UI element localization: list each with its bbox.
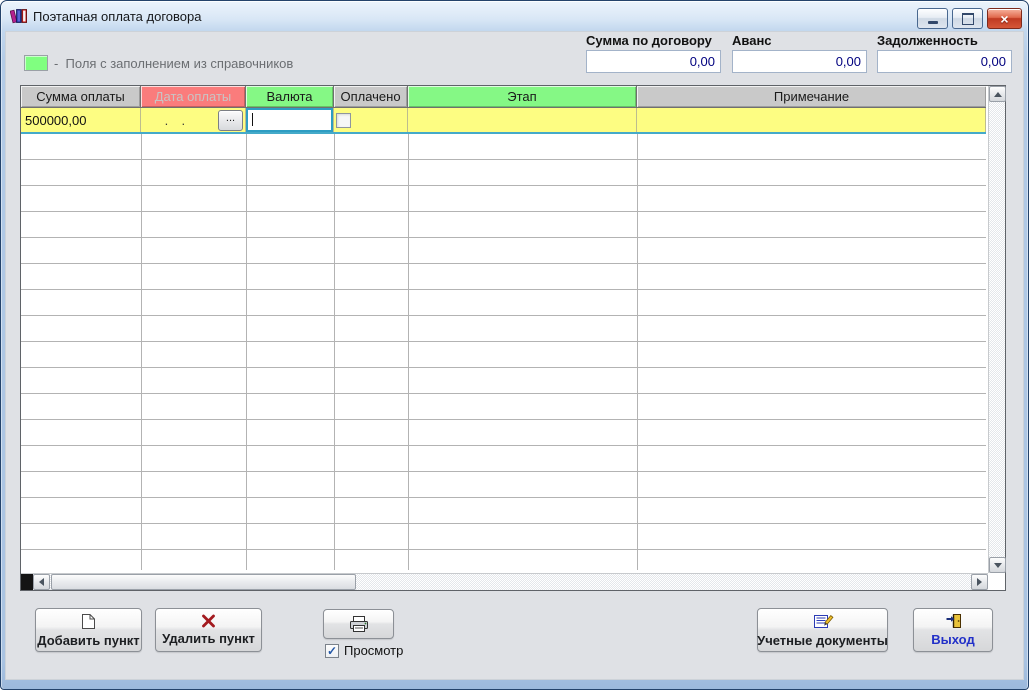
- header-note[interactable]: Примечание: [637, 86, 986, 108]
- delete-item-button[interactable]: Удалить пункт: [155, 608, 262, 652]
- arrow-left-icon: [39, 578, 44, 586]
- print-button[interactable]: [323, 609, 394, 639]
- check-icon: ✓: [326, 643, 338, 658]
- payments-grid: Сумма оплаты Дата оплаты Валюта Оплачено…: [20, 85, 1006, 591]
- preview-checkbox[interactable]: ✓: [325, 643, 339, 658]
- title-bar[interactable]: Поэтапная оплата договора ×: [1, 1, 1028, 31]
- contract-sum-field: Сумма по договору 0,00: [586, 33, 721, 73]
- close-icon: ×: [1000, 10, 1009, 27]
- header-paid[interactable]: Оплачено: [334, 86, 408, 108]
- books-icon: [10, 9, 27, 24]
- debt-input[interactable]: 0,00: [877, 50, 1012, 73]
- maximize-icon: [961, 12, 974, 25]
- arrow-up-icon: [993, 91, 1002, 97]
- scroll-left-button[interactable]: [33, 574, 50, 590]
- cell-payment-sum[interactable]: 500000,00: [21, 108, 141, 132]
- contract-sum-input[interactable]: 0,00: [586, 50, 721, 73]
- scroll-down-button[interactable]: [989, 557, 1006, 573]
- debt-label: Задолженность: [877, 33, 978, 48]
- maximize-button[interactable]: [952, 8, 983, 29]
- arrow-down-icon: [993, 562, 1002, 568]
- arrow-right-icon: [977, 578, 982, 586]
- header-stage[interactable]: Этап: [408, 86, 637, 108]
- cell-currency[interactable]: [246, 108, 334, 132]
- scrollbar-corner: [988, 573, 1005, 590]
- add-item-button[interactable]: Добавить пункт: [35, 608, 142, 652]
- vertical-scrollbar[interactable]: [988, 86, 1006, 573]
- legend-green-swatch: [24, 55, 48, 71]
- grid-column-divider: [334, 134, 335, 570]
- delete-item-label: Удалить пункт: [162, 631, 255, 646]
- exit-door-icon: [946, 614, 961, 628]
- legend-label: - Поля с заполнением из справочников: [54, 56, 294, 71]
- currency-editor-input[interactable]: [246, 108, 333, 132]
- header-currency[interactable]: Валюта: [246, 86, 334, 108]
- ledger-pencil-icon: [813, 614, 833, 628]
- close-button[interactable]: ×: [987, 8, 1022, 29]
- client-area: - Поля с заполнением из справочников Сум…: [5, 31, 1024, 680]
- advance-label: Аванс: [732, 33, 772, 48]
- preview-option[interactable]: ✓ Просмотр: [325, 643, 403, 658]
- cell-note[interactable]: [637, 108, 986, 132]
- new-document-icon: [82, 613, 95, 629]
- minimize-icon: [927, 21, 938, 24]
- cell-payment-date[interactable]: . . ...: [141, 108, 246, 132]
- contract-sum-label: Сумма по договору: [586, 33, 712, 48]
- date-picker-button[interactable]: ...: [218, 110, 243, 131]
- paid-checkbox[interactable]: [336, 113, 351, 128]
- header-payment-sum[interactable]: Сумма оплаты: [21, 86, 141, 108]
- grid-column-divider: [637, 134, 638, 570]
- debt-field: Задолженность 0,00: [877, 33, 1012, 73]
- exit-label: Выход: [931, 632, 975, 647]
- minimize-button[interactable]: [917, 8, 948, 29]
- grid-header-row: Сумма оплаты Дата оплаты Валюта Оплачено…: [21, 86, 986, 108]
- advance-field: Аванс 0,00: [732, 33, 867, 73]
- grid-size-box: [21, 574, 33, 590]
- scroll-up-button[interactable]: [989, 86, 1006, 102]
- preview-label: Просмотр: [344, 643, 404, 658]
- text-caret: [252, 113, 253, 126]
- advance-input[interactable]: 0,00: [732, 50, 867, 73]
- horizontal-scrollbar[interactable]: [21, 573, 988, 590]
- header-payment-date[interactable]: Дата оплаты: [141, 86, 246, 108]
- accounting-documents-button[interactable]: Учетные документы: [757, 608, 888, 652]
- grid-column-divider: [408, 134, 409, 570]
- add-item-label: Добавить пункт: [37, 632, 140, 648]
- scroll-right-button[interactable]: [971, 574, 988, 590]
- horizontal-scroll-thumb[interactable]: [51, 574, 356, 590]
- printer-icon: [349, 616, 368, 632]
- grid-column-divider: [246, 134, 247, 570]
- application-window: Поэтапная оплата договора × - Поля с зап…: [0, 0, 1029, 690]
- exit-button[interactable]: Выход: [913, 608, 993, 652]
- window-controls: ×: [917, 8, 1022, 29]
- red-cross-icon: [202, 614, 215, 628]
- date-mask-text: . .: [159, 112, 188, 128]
- grid-row-1: 500000,00 . . ...: [21, 108, 986, 134]
- grid-column-divider: [141, 134, 142, 570]
- cell-paid[interactable]: [334, 108, 408, 132]
- accounting-documents-label: Учетные документы: [757, 632, 888, 648]
- grid-empty-rows[interactable]: [21, 134, 986, 570]
- window-frame: Поэтапная оплата договора × - Поля с зап…: [0, 0, 1029, 690]
- cell-stage[interactable]: [408, 108, 637, 132]
- window-title: Поэтапная оплата договора: [33, 9, 202, 24]
